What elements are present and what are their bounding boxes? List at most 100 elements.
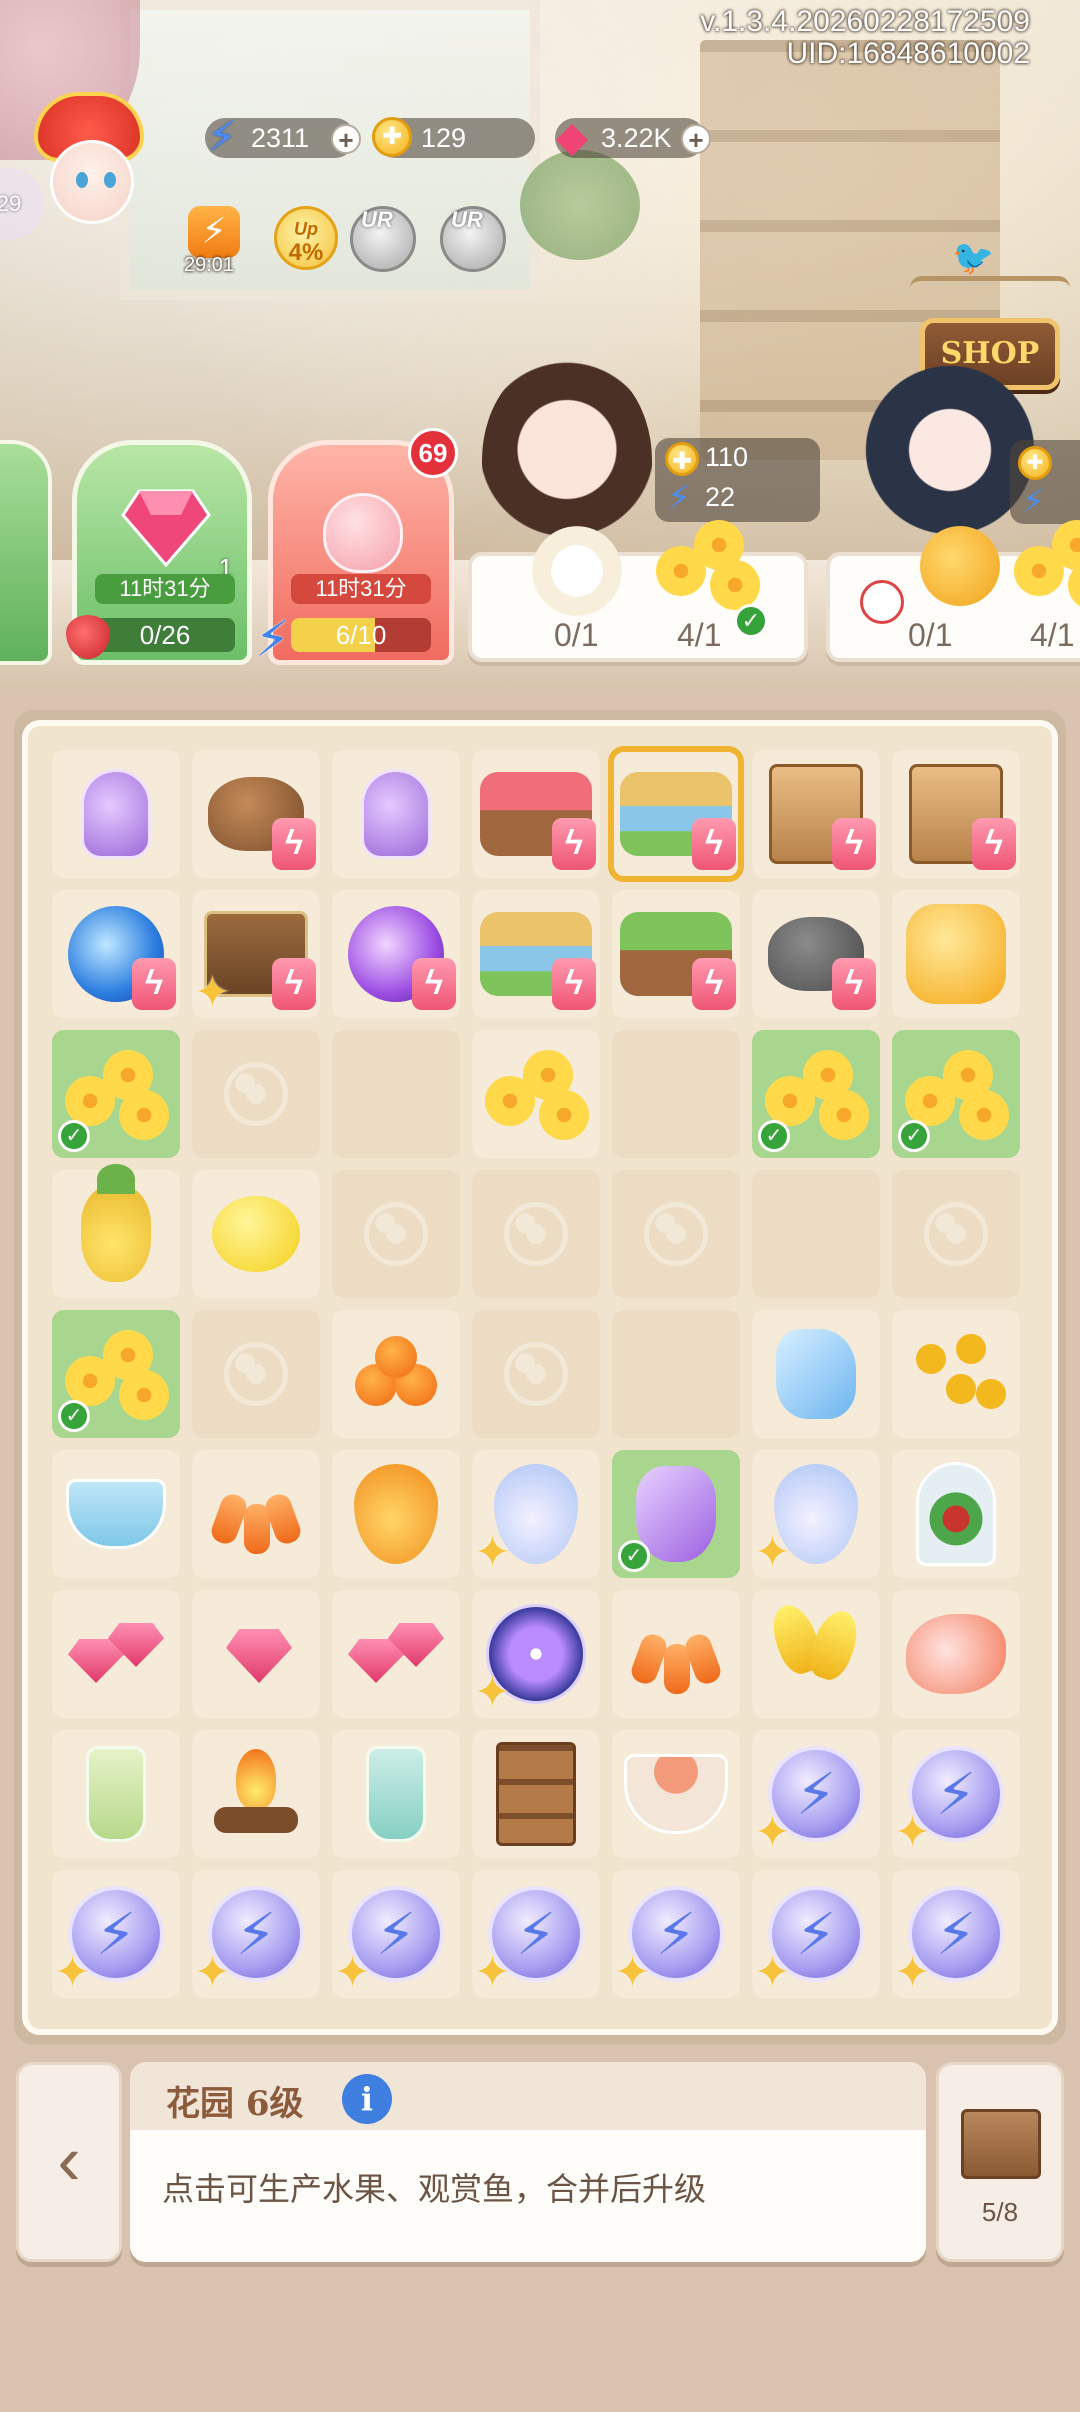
board-cell-empty[interactable] <box>332 1030 460 1158</box>
board-cell-energy-orb[interactable]: ⚡ ✦ <box>752 1870 880 1998</box>
board-cell-rubies[interactable] <box>332 1590 460 1718</box>
terrarium-icon <box>916 1462 996 1566</box>
board-cell-rubies[interactable] <box>52 1590 180 1718</box>
order-card[interactable]: 0/1 4/1 <box>826 520 1080 662</box>
generator-progress: 0/26 <box>95 618 235 652</box>
order-item-count: 4/1 <box>677 617 722 653</box>
board-cell-amber[interactable] <box>892 890 1020 1018</box>
board-cell-green-bottle[interactable] <box>52 1730 180 1858</box>
energy-spark-icon: ϟ <box>832 818 876 870</box>
box-icon <box>961 2109 1041 2179</box>
energy-counter[interactable]: ⚡ 2311 + <box>205 116 361 158</box>
board-cell-galaxy-orb[interactable]: ✦ <box>472 1590 600 1718</box>
ur-label: UR <box>361 207 393 232</box>
board-cell-yellow-flower-done[interactable]: ✓ <box>52 1030 180 1158</box>
ur-badge-2[interactable]: UR <box>440 206 506 272</box>
board-cell-terrarium[interactable] <box>892 1450 1020 1578</box>
board-cell-empty[interactable] <box>472 1170 600 1298</box>
coin-counter[interactable]: ✚ 129 <box>372 117 535 158</box>
board-cell-flower-branch[interactable] <box>892 1310 1020 1438</box>
board-cell-orange-drop[interactable] <box>332 1450 460 1578</box>
board-cell-gray-teapot[interactable]: ϟ <box>752 890 880 1018</box>
board-cell-blue-drop[interactable]: ✦ <box>752 1450 880 1578</box>
board-cell-yellow-flower-done[interactable]: ✓ <box>892 1030 1020 1158</box>
board-cell-empty[interactable] <box>192 1310 320 1438</box>
board-cell-garden-water-selected[interactable]: ϟ <box>608 746 744 882</box>
board-cell-energy-orb[interactable]: ⚡ ✦ <box>752 1730 880 1858</box>
board-cell-yellow-flower[interactable] <box>472 1030 600 1158</box>
board-cell-teacup[interactable] <box>52 1450 180 1578</box>
player-avatar[interactable] <box>26 92 156 242</box>
board-cell-cabinet[interactable]: ϟ <box>752 750 880 878</box>
board-cell-empty[interactable] <box>472 1310 600 1438</box>
add-gem-button[interactable]: + <box>681 124 711 154</box>
board-cell-ruby[interactable] <box>192 1590 320 1718</box>
potion-icon <box>81 769 151 859</box>
board-cell-campfire[interactable] <box>192 1730 320 1858</box>
yellow-flower-icon <box>652 516 760 616</box>
board-cell-trumpet-flower[interactable] <box>612 1590 740 1718</box>
board-cell-bookshelf[interactable] <box>472 1730 600 1858</box>
board-cell-yellow-lily[interactable] <box>752 1590 880 1718</box>
board-cell-energy-orb[interactable]: ⚡ ✦ <box>612 1870 740 1998</box>
version-text: v.1.3.4.20260228172509 <box>700 5 1030 38</box>
board-cell-chest[interactable]: ϟ ✦ <box>192 890 320 1018</box>
bookshelf-icon <box>496 1742 576 1846</box>
ur-badge-1[interactable]: UR <box>350 206 416 272</box>
board-cell-trumpet-flower[interactable] <box>192 1450 320 1578</box>
board-cell-energy-orb[interactable]: ⚡ ✦ <box>52 1870 180 1998</box>
board-cell-yellow-flower-done[interactable]: ✓ <box>752 1030 880 1158</box>
board-cell-energy-orb[interactable]: ⚡ ✦ <box>472 1870 600 1998</box>
board-cell-blue-orb[interactable]: ϟ <box>52 890 180 1018</box>
back-button[interactable]: ‹ <box>16 2062 122 2262</box>
flower-placeholder-icon <box>504 1342 568 1406</box>
board-cell-empty[interactable] <box>892 1170 1020 1298</box>
add-energy-button[interactable]: + <box>331 124 361 154</box>
generator-timer: 11时31分 <box>291 574 431 604</box>
board-cell-empty[interactable] <box>192 1030 320 1158</box>
board-cell-lemon[interactable] <box>192 1170 320 1298</box>
board-cell-energy-orb[interactable]: ⚡ ✦ <box>192 1870 320 1998</box>
info-icon[interactable]: i <box>342 2074 392 2124</box>
board-cell-kumquat[interactable] <box>332 1310 460 1438</box>
inventory-button[interactable]: 5/8 <box>936 2062 1064 2262</box>
energy-spark-icon: ϟ <box>272 818 316 870</box>
board-cell-blue-drop[interactable]: ✦ <box>472 1450 600 1578</box>
board-cell-empty[interactable] <box>612 1310 740 1438</box>
board-cell-potion[interactable] <box>332 750 460 878</box>
rubies-icon <box>68 1619 164 1689</box>
board-cell-purple-orb[interactable]: ϟ <box>332 890 460 1018</box>
board-cell-empty[interactable] <box>612 1170 740 1298</box>
tooth-icon <box>860 580 904 624</box>
energy-spark-icon: ϟ <box>552 958 596 1010</box>
board-cell-garden-water[interactable]: ϟ <box>472 890 600 1018</box>
board-cell-cabinet[interactable]: ϟ <box>892 750 1020 878</box>
board-cell-energy-orb[interactable]: ⚡ ✦ <box>332 1870 460 1998</box>
board-cell-tea-bowl[interactable] <box>612 1730 740 1858</box>
board-cell-empty[interactable] <box>332 1170 460 1298</box>
board-cell-garden-plant[interactable]: ϟ <box>612 890 740 1018</box>
board-cell-potion[interactable] <box>52 750 180 878</box>
up-rate-badge[interactable]: Up 4% <box>274 206 338 270</box>
board-cell-empty[interactable] <box>752 1170 880 1298</box>
energy-boost-icon[interactable]: ⚡ <box>188 206 240 258</box>
board-cell-pineapple[interactable] <box>52 1164 180 1298</box>
progress-text: 6/10 <box>335 620 387 650</box>
board-cell-koi[interactable] <box>892 1590 1020 1718</box>
generator-card-partial[interactable] <box>0 440 52 665</box>
board-cell-yellow-flower-done[interactable]: ✓ <box>52 1310 180 1438</box>
board-cell-teal-bottle[interactable] <box>332 1730 460 1858</box>
order-card[interactable]: 0/1 4/1 ✓ <box>468 520 808 662</box>
kumquat-icon <box>351 1334 441 1414</box>
lightning-icon: ⚡ <box>255 611 291 667</box>
gem-counter[interactable]: ◆ 3.22K + <box>555 116 711 158</box>
board-cell-amethyst-done[interactable]: ✓ <box>612 1450 740 1578</box>
board-cell-energy-orb[interactable]: ⚡ ✦ <box>892 1870 1020 1998</box>
board-cell-teapot[interactable]: ϟ <box>192 750 320 878</box>
board-cell-ice-crystal[interactable] <box>752 1310 880 1438</box>
board-cell-empty[interactable] <box>612 1030 740 1158</box>
board-cell-energy-orb[interactable]: ⚡ ✦ <box>892 1730 1020 1858</box>
board-cell-garden-flower[interactable]: ϟ <box>472 750 600 878</box>
energy-spark-icon: ϟ <box>412 958 456 1010</box>
flower-placeholder-icon <box>224 1062 288 1126</box>
